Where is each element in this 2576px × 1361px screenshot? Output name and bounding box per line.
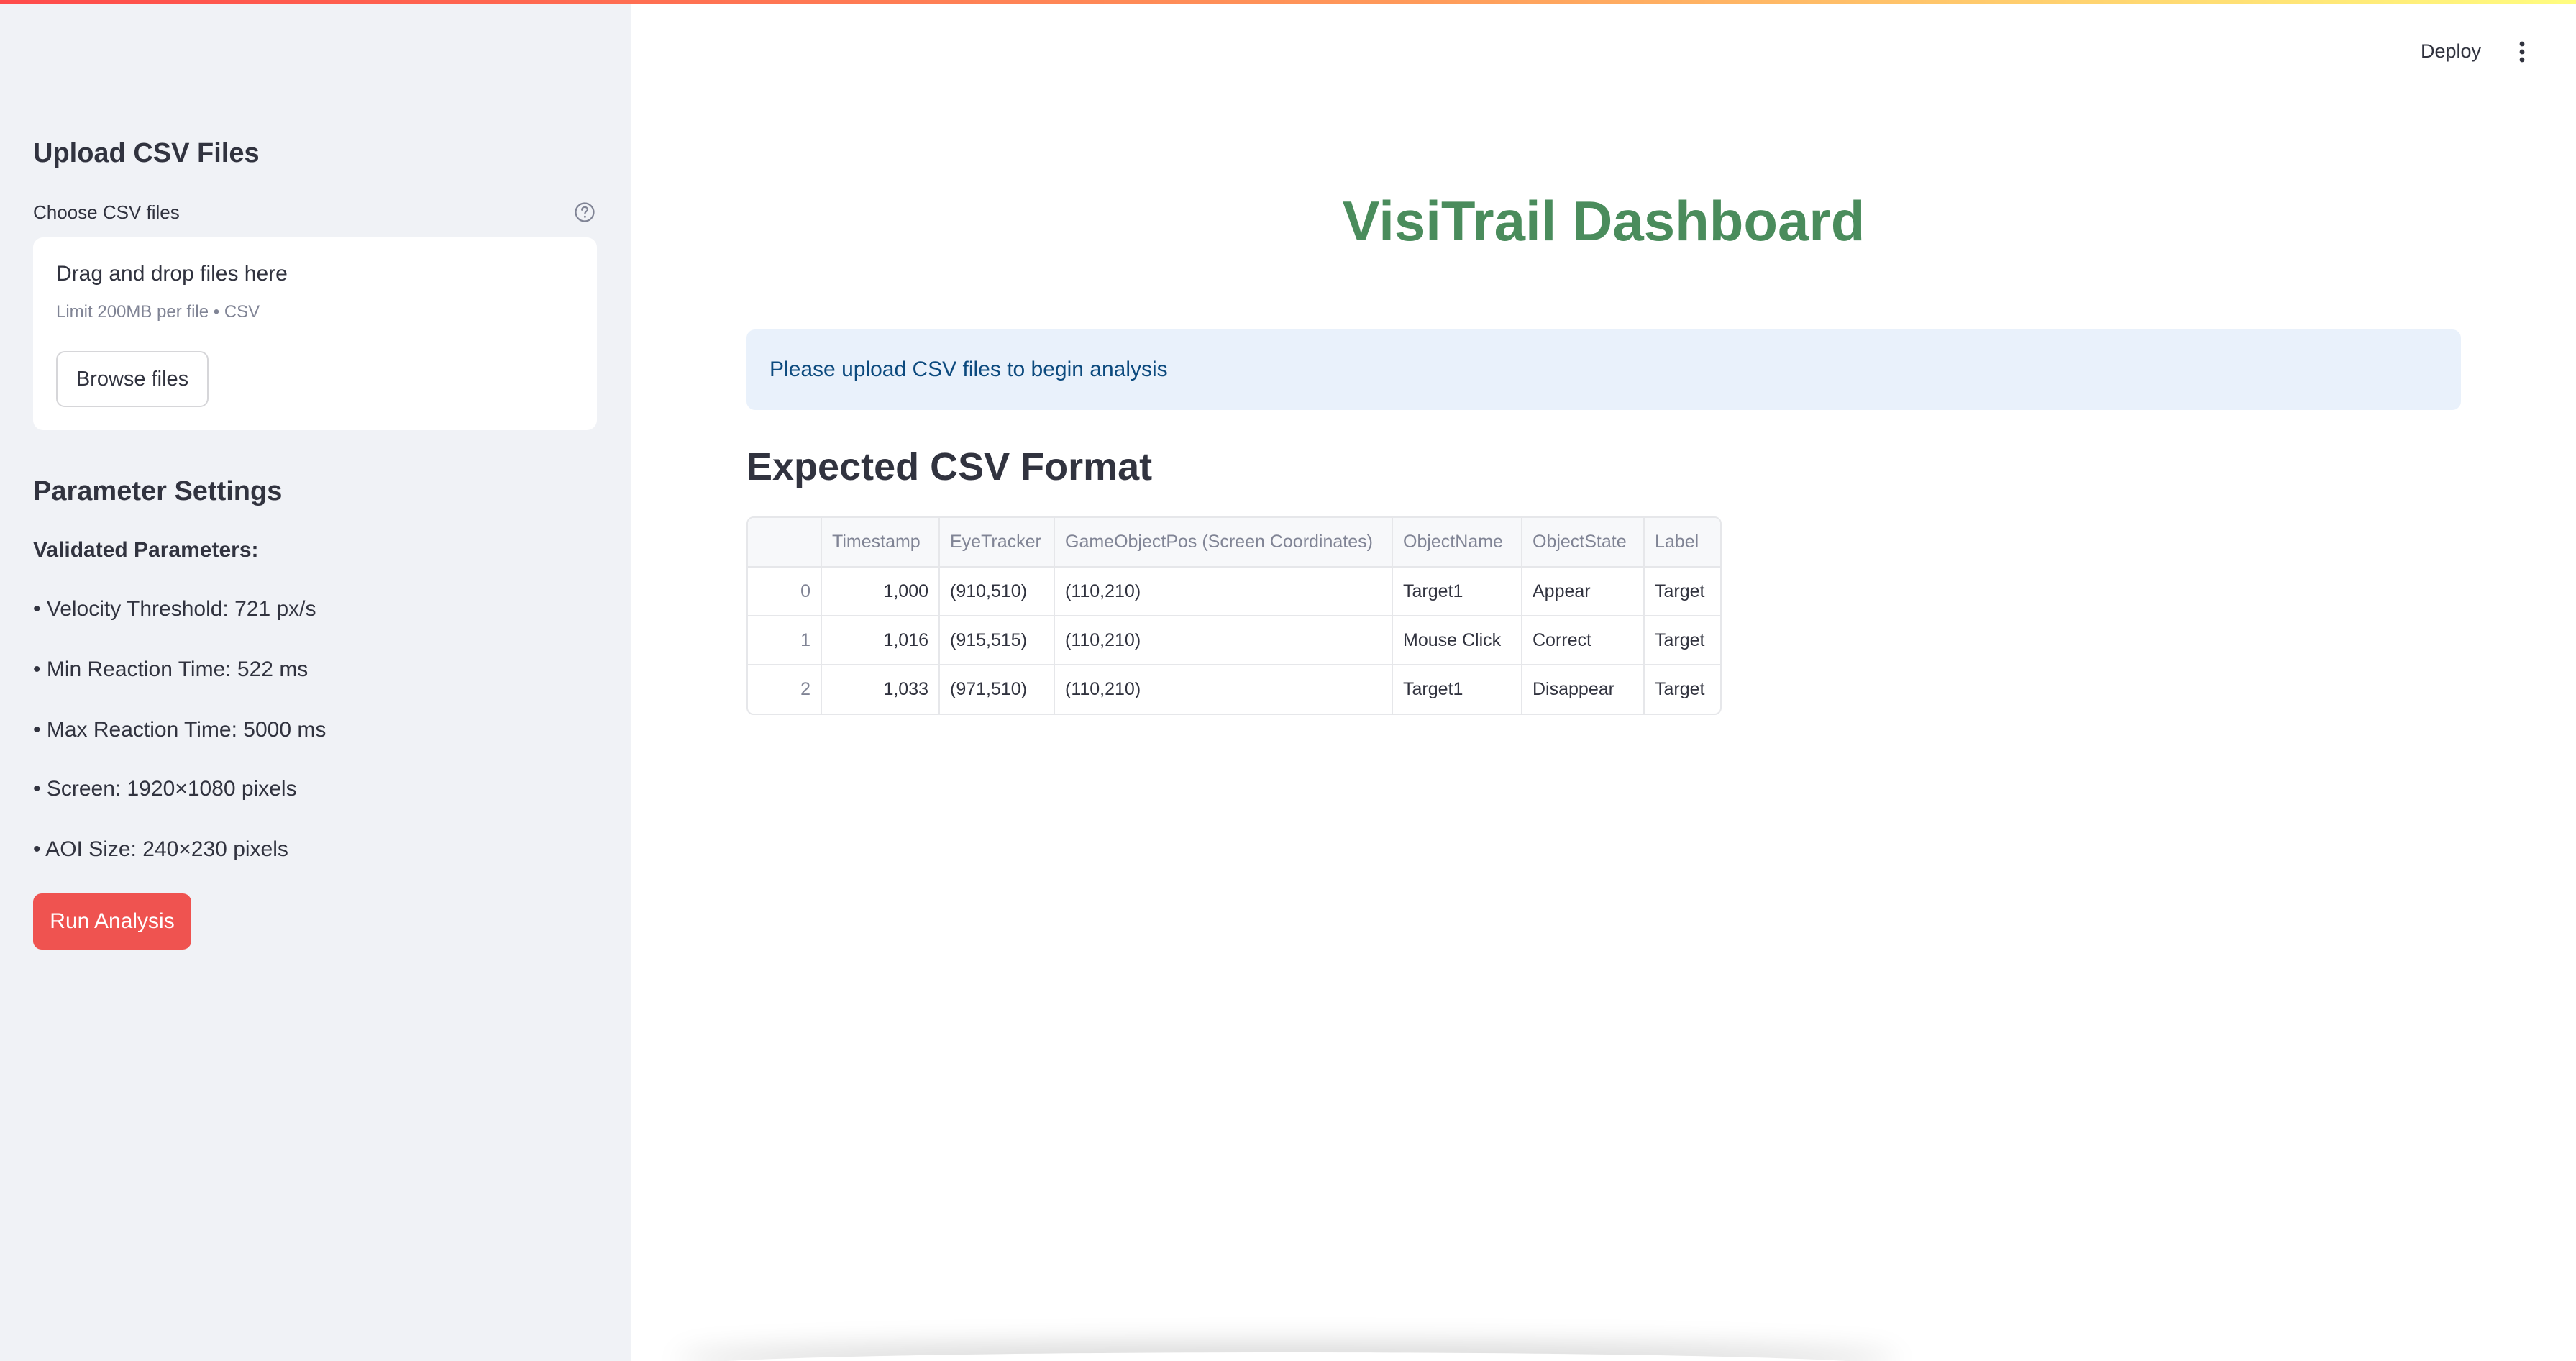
cell-objectstate[interactable]: Disappear [1522, 665, 1645, 714]
info-alert-text: Please upload CSV files to begin analysi… [769, 358, 1168, 381]
file-dropzone[interactable]: Drag and drop files here Limit 200MB per… [33, 237, 597, 430]
csv-format-table[interactable]: Timestamp EyeTracker GameObjectPos (Scre… [746, 516, 1722, 715]
column-header-label[interactable]: Label [1644, 518, 1720, 568]
cell-timestamp[interactable]: 1,033 [821, 665, 940, 714]
cell-eyetracker[interactable]: (971,510) [939, 665, 1055, 714]
parameter-settings-title: Parameter Settings [33, 476, 283, 506]
param-velocity-threshold: • Velocity Threshold: 721 px/s [33, 597, 316, 621]
cell-timestamp[interactable]: 1,016 [821, 616, 940, 665]
question-circle-icon[interactable] [574, 201, 595, 223]
bottom-edge-shadow [676, 1352, 1899, 1361]
column-header-objectname[interactable]: ObjectName [1392, 518, 1522, 568]
page-title: VisiTrail Dashboard [1342, 189, 1865, 252]
column-header-gameobjectpos[interactable]: GameObjectPos (Screen Coordinates) [1054, 518, 1393, 568]
cell-eyetracker[interactable]: (915,515) [939, 616, 1055, 665]
upload-section-title: Upload CSV Files [33, 138, 260, 168]
cell-objectname[interactable]: Target1 [1392, 567, 1522, 616]
top-decoration-bar [0, 0, 2576, 4]
table-header-row: Timestamp EyeTracker GameObjectPos (Scre… [748, 518, 1720, 568]
row-index: 1 [748, 616, 822, 665]
cell-eyetracker[interactable]: (910,510) [939, 567, 1055, 616]
browse-files-button[interactable]: Browse files [56, 351, 209, 407]
table-row: 0 1,000 (910,510) (110,210) Target1 Appe… [748, 567, 1720, 616]
cell-timestamp[interactable]: 1,000 [821, 567, 940, 616]
deploy-button[interactable]: Deploy [2421, 40, 2481, 63]
cell-objectname[interactable]: Target1 [1392, 665, 1522, 714]
validated-parameters-heading: Validated Parameters: [33, 538, 259, 562]
cell-gameobjectpos[interactable]: (110,210) [1054, 665, 1393, 714]
cell-objectstate[interactable]: Appear [1522, 567, 1645, 616]
table-row: 1 1,016 (915,515) (110,210) Mouse Click … [748, 616, 1720, 665]
row-index: 2 [748, 665, 822, 714]
info-alert: Please upload CSV files to begin analysi… [746, 329, 2461, 410]
row-index: 0 [748, 567, 822, 616]
cell-gameobjectpos[interactable]: (110,210) [1054, 567, 1393, 616]
dropzone-limit-text: Limit 200MB per file • CSV [56, 302, 260, 322]
cell-label[interactable]: Target [1644, 567, 1720, 616]
sidebar: Upload CSV Files Choose CSV files Drag a… [0, 0, 631, 1361]
param-min-reaction-time: • Min Reaction Time: 522 ms [33, 657, 309, 681]
cell-gameobjectpos[interactable]: (110,210) [1054, 616, 1393, 665]
expected-format-title: Expected CSV Format [746, 445, 1153, 488]
column-header-index [748, 518, 822, 568]
table-row: 2 1,033 (971,510) (110,210) Target1 Disa… [748, 665, 1720, 714]
param-screen: • Screen: 1920×1080 pixels [33, 777, 297, 801]
param-max-reaction-time: • Max Reaction Time: 5000 ms [33, 718, 326, 742]
cell-objectstate[interactable]: Correct [1522, 616, 1645, 665]
column-header-objectstate[interactable]: ObjectState [1522, 518, 1645, 568]
app-root: Upload CSV Files Choose CSV files Drag a… [0, 0, 2576, 1361]
column-header-timestamp[interactable]: Timestamp [821, 518, 940, 568]
cell-label[interactable]: Target [1644, 616, 1720, 665]
dropzone-title: Drag and drop files here [56, 262, 288, 286]
cell-objectname[interactable]: Mouse Click [1392, 616, 1522, 665]
param-aoi-size: • AOI Size: 240×230 pixels [33, 837, 288, 861]
uploader-label: Choose CSV files [33, 201, 180, 223]
column-header-eyetracker[interactable]: EyeTracker [939, 518, 1055, 568]
cell-label[interactable]: Target [1644, 665, 1720, 714]
run-analysis-button[interactable]: Run Analysis [33, 893, 191, 950]
vertical-ellipsis-icon[interactable] [2513, 39, 2531, 65]
